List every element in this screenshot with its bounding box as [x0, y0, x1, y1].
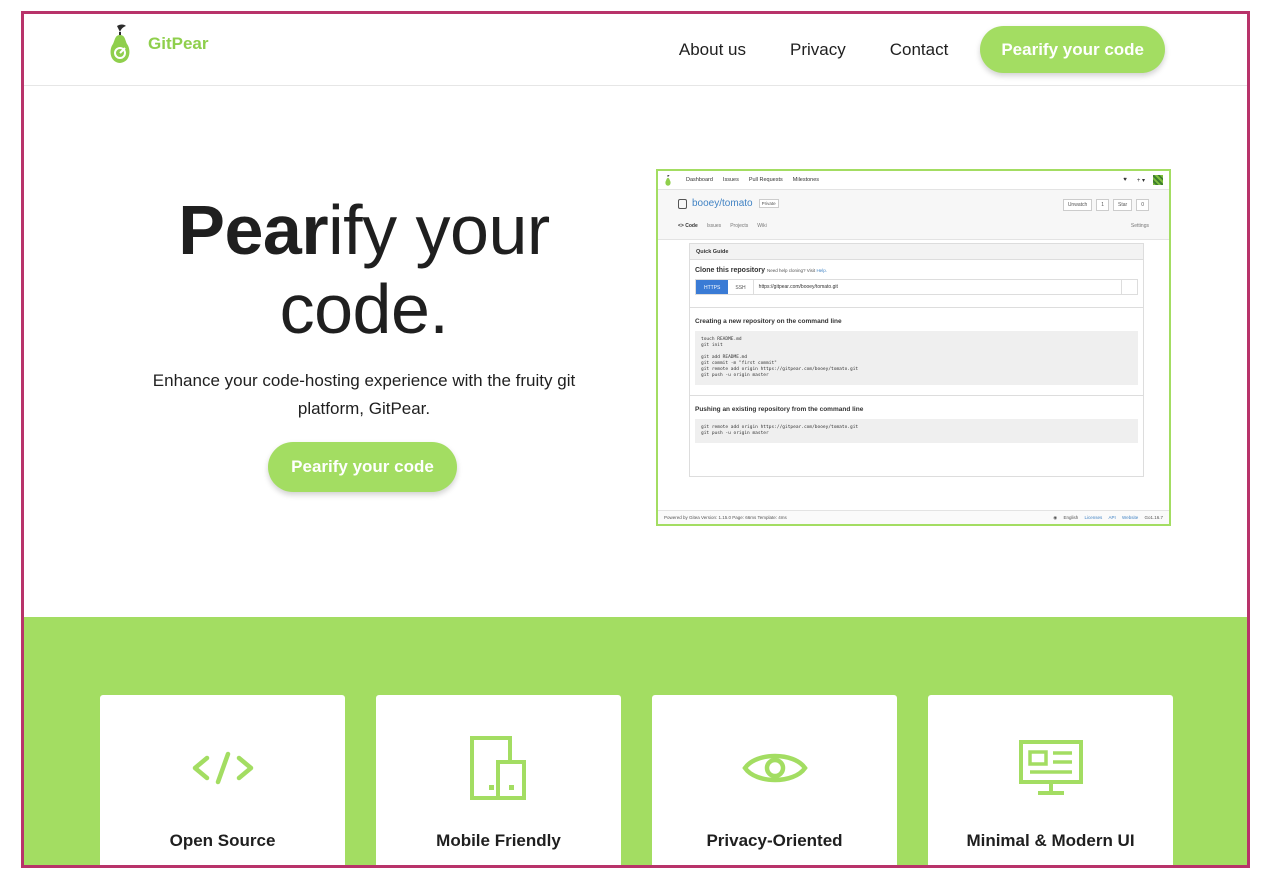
screenshot-footer: Powered by Gitea Version: 1.15.0 Page: 6…: [658, 510, 1169, 524]
tab-projects: Projects: [730, 223, 749, 229]
star-count: 0: [1136, 199, 1149, 211]
star-button: Star: [1113, 199, 1133, 211]
code-icon: [192, 751, 253, 785]
footer-api: API: [1108, 514, 1116, 520]
feature-card-mobile-friendly: Mobile Friendly: [376, 695, 621, 865]
features-band: Open Source Mobile Friendly Privacy-Orie…: [24, 617, 1247, 865]
footer-website: Website: [1122, 514, 1139, 520]
page-frame: GitPear About us Privacy Contact Pearify…: [21, 11, 1250, 868]
feature-title: Minimal & Modern UI: [966, 831, 1135, 850]
screenshot-nav-milestones: Milestones: [792, 177, 820, 183]
hero-subtitle: Enhance your code-hosting experience wit…: [152, 371, 576, 418]
brand-name: GitPear: [148, 34, 209, 53]
screenshot-nav-issues: Issues: [722, 177, 739, 183]
clone-url: https://gitpear.com/booey/tomato.git: [758, 284, 838, 290]
nav-privacy[interactable]: Privacy: [790, 40, 846, 60]
screenshot-nav-dashboard: Dashboard: [686, 177, 713, 183]
nav-about-us[interactable]: About us: [679, 40, 746, 60]
clone-section-title: Clone this repository Need help cloning?…: [695, 267, 1138, 274]
push-repo-code: git remote add origin https://gitpear.co…: [695, 419, 1138, 443]
repo-name: tomato: [722, 198, 753, 209]
devices-icon: [469, 736, 526, 800]
hero-pearify-button[interactable]: Pearify your code: [268, 442, 457, 492]
plus-icon: + ▾: [1136, 177, 1145, 184]
eye-icon: [741, 753, 808, 783]
tab-settings: Settings: [1130, 223, 1149, 229]
repo-header: booey / tomato Private Unwatch 1 Star 0 …: [658, 190, 1169, 240]
quick-guide-heading: Quick Guide: [690, 244, 1143, 260]
feature-title: Mobile Friendly: [436, 831, 561, 850]
bell-icon: ♥: [1123, 177, 1127, 183]
hero-title: Pearify your code.: [114, 192, 614, 348]
tab-issues: Issues: [706, 223, 722, 229]
tab-code: <> Code: [678, 223, 698, 229]
new-repo-title: Creating a new repository on the command…: [695, 318, 842, 325]
copy-icon: [1121, 280, 1137, 294]
logo[interactable]: GitPear: [106, 24, 208, 64]
feature-card-open-source: Open Source: [100, 695, 345, 865]
feature-title: Open Source: [169, 831, 276, 850]
footer-licenses: Licenses: [1084, 514, 1103, 520]
clone-help-link: Help.: [816, 268, 827, 273]
pear-logo-icon: [110, 24, 130, 63]
new-repo-code: touch README.md git init git add README.…: [695, 331, 1138, 385]
globe-icon: ◉: [1053, 514, 1058, 520]
repo-actions: Unwatch 1 Star 0: [1059, 199, 1149, 211]
nav-links: About us Privacy Contact Pearify your co…: [635, 26, 1165, 73]
nav-pearify-button[interactable]: Pearify your code: [980, 26, 1165, 73]
push-repo-title: Pushing an existing repository from the …: [695, 406, 864, 413]
unwatch-button: Unwatch: [1062, 199, 1093, 211]
navbar: GitPear About us Privacy Contact Pearify…: [24, 14, 1247, 86]
repo-tabs: <> Code Issues Projects Wiki: [678, 223, 776, 229]
clone-title-text: Clone this repository: [695, 267, 766, 274]
nav-contact[interactable]: Contact: [890, 40, 949, 60]
mini-pear-icon: [665, 174, 671, 186]
footer-go-version: Go1.16.7: [1144, 514, 1163, 520]
unwatch-count: 1: [1096, 199, 1110, 211]
lock-icon: [678, 198, 687, 209]
quick-guide: Quick Guide Clone this repository Need h…: [689, 243, 1144, 477]
https-button: HTTPS: [696, 280, 729, 294]
screenshot-nav-pull-requests: Pull Requests: [748, 177, 783, 183]
footer-english: English: [1063, 514, 1079, 520]
repo-owner: booey: [692, 198, 720, 209]
ssh-button: SSH: [728, 280, 754, 294]
feature-card-privacy: Privacy-Oriented: [652, 695, 897, 865]
screenshot-topbar: Dashboard Issues Pull Requests Milestone…: [658, 171, 1169, 190]
tab-wiki: Wiki: [757, 223, 767, 229]
hero-title-line2: code.: [279, 270, 449, 348]
avatar: [1153, 175, 1163, 185]
feature-title: Privacy-Oriented: [706, 831, 843, 850]
private-badge: Private: [758, 199, 779, 208]
clone-url-row: HTTPS SSH https://gitpear.com/booey/toma…: [695, 279, 1138, 295]
feature-card-minimal-ui: Minimal & Modern UI: [928, 695, 1173, 865]
clone-help-text: Need help cloning? Visit: [766, 268, 816, 273]
repo-screenshot: Dashboard Issues Pull Requests Milestone…: [656, 169, 1171, 526]
monitor-icon: [1018, 740, 1083, 795]
footer-powered-by: Powered by Gitea Version: 1.15.0 Page: 6…: [664, 515, 787, 520]
repo-title: booey / tomato Private: [678, 198, 779, 209]
